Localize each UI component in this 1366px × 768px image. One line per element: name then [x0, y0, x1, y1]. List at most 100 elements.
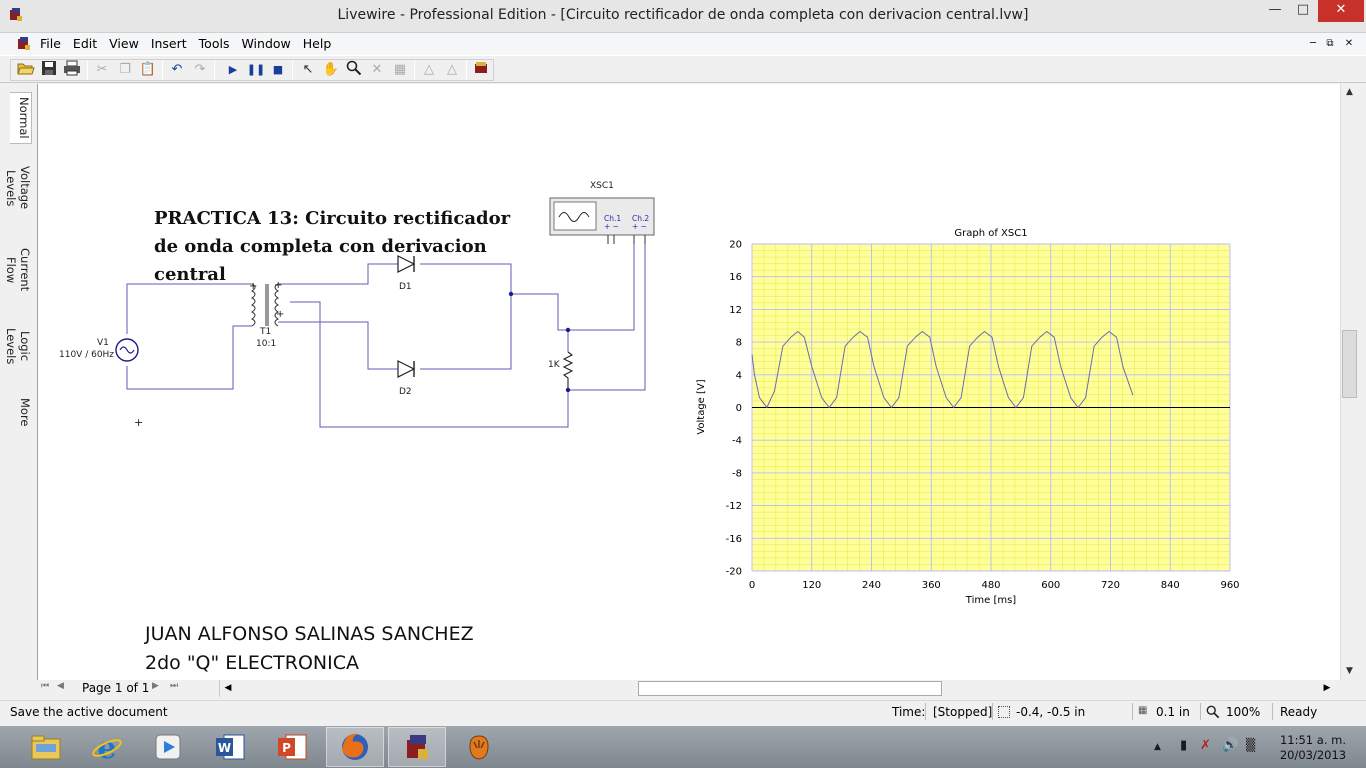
close-button[interactable]: ✕ — [1318, 0, 1364, 22]
minimize-button[interactable]: — — [1262, 0, 1288, 22]
wire — [126, 325, 252, 390]
tab-normal[interactable]: Normal — [10, 92, 32, 144]
menu-bar: File Edit View Insert Tools Window Help … — [0, 33, 1366, 55]
page-navigator: ⏮ ◀ Page 1 of 1 ▶ ⏭ ◀ ▶ — [37, 680, 1340, 697]
pause-icon[interactable]: ❚❚ — [246, 60, 266, 80]
maximize-button[interactable]: □ — [1290, 0, 1316, 22]
print-icon[interactable] — [62, 60, 82, 80]
save-icon[interactable] — [39, 60, 59, 80]
hand-icon[interactable]: ✋ — [321, 60, 341, 80]
undo-icon[interactable]: ↶ — [167, 60, 187, 80]
secondary-plus-sign-2: + — [276, 309, 285, 320]
author-name: JUAN ALFONSO SALINAS SANCHEZ — [145, 623, 474, 645]
fireworks-icon[interactable] — [450, 727, 508, 767]
resistor-label: 1K — [548, 360, 560, 370]
menu-view[interactable]: View — [103, 36, 145, 51]
tab-current-flow[interactable]: Current Flow — [4, 234, 32, 306]
tab-voltage-levels[interactable]: Voltage Levels — [4, 148, 32, 228]
x-tick-label: 480 — [981, 580, 1000, 591]
pointer-icon[interactable]: ↖ — [298, 60, 318, 80]
vertical-scrollbar[interactable]: ▲ ▼ — [1340, 84, 1357, 680]
source-plus-sign: + — [134, 416, 144, 429]
copy-icon[interactable]: ❐ — [115, 60, 135, 80]
first-page-icon[interactable]: ⏮ — [41, 681, 49, 691]
menu-file[interactable]: File — [34, 36, 67, 51]
paste-icon[interactable]: 📋 — [138, 60, 158, 80]
junction-node — [508, 291, 514, 297]
document-icon[interactable] — [16, 36, 32, 52]
tray-expand-icon[interactable]: ▲ — [1154, 742, 1161, 752]
grid-icon: ▦ — [1138, 705, 1148, 716]
doc-minimize-button[interactable]: ─ — [1305, 37, 1321, 51]
scroll-down-arrow[interactable]: ▼ — [1341, 663, 1358, 680]
next-page-icon[interactable]: ▶ — [152, 681, 159, 691]
gallery-icon[interactable] — [471, 60, 491, 80]
diode-d2[interactable] — [397, 360, 416, 378]
stop-icon[interactable]: ■ — [268, 60, 288, 80]
svg-text:W: W — [218, 741, 231, 755]
doc-close-button[interactable]: ✕ — [1341, 37, 1357, 51]
scroll-left-arrow[interactable]: ◀ — [220, 680, 236, 697]
scope-graph[interactable]: 201612840-4-8-12-16-20 0 120 240 360 480 600 7… — [686, 219, 1246, 639]
redo-icon[interactable]: ↷ — [190, 60, 210, 80]
toolbar-separator — [87, 60, 88, 80]
y-tick-label: -8 — [732, 468, 742, 479]
simulation-state: [Stopped] — [933, 705, 993, 719]
file-explorer-icon[interactable] — [17, 727, 75, 767]
prev-page-icon[interactable]: ◀ — [57, 681, 64, 691]
rotate-left-icon[interactable]: △ — [419, 60, 439, 80]
volume-icon[interactable]: 🔊 — [1222, 738, 1238, 753]
scope-ch2-polarity: + − — [632, 222, 647, 231]
signal-icon[interactable]: ▒ — [1246, 738, 1255, 752]
battery-icon[interactable]: ▮ — [1180, 738, 1187, 753]
tab-more[interactable]: More — [12, 392, 32, 432]
horizontal-scroll-thumb[interactable] — [638, 681, 942, 696]
ac-source-v1[interactable] — [115, 338, 139, 362]
network-error-icon[interactable]: ✗ — [1200, 738, 1211, 753]
scroll-up-arrow[interactable]: ▲ — [1341, 84, 1358, 101]
taskbar-clock[interactable]: 11:51 a. m. 20/03/2013 — [1278, 733, 1348, 763]
media-player-icon[interactable] — [139, 727, 197, 767]
word-icon[interactable]: W — [201, 727, 259, 767]
menu-tools[interactable]: Tools — [193, 36, 236, 51]
resistor-1k[interactable] — [562, 351, 574, 390]
document-canvas[interactable]: PRACTICA 13: Circuito rectificador de on… — [37, 84, 1340, 680]
vertical-scroll-thumb[interactable] — [1342, 330, 1357, 398]
scroll-right-arrow[interactable]: ▶ — [1319, 680, 1335, 697]
transformer-name-label: T1 — [260, 327, 272, 337]
menu-edit[interactable]: Edit — [67, 36, 103, 51]
menu-window[interactable]: Window — [235, 36, 296, 51]
menu-insert[interactable]: Insert — [145, 36, 193, 51]
status-message: Save the active document — [10, 705, 168, 719]
powerpoint-icon[interactable]: P — [263, 727, 321, 767]
tab-logic-levels[interactable]: Logic Levels — [4, 312, 32, 380]
zoom-icon[interactable] — [344, 60, 364, 80]
menu-help[interactable]: Help — [297, 36, 338, 51]
doc-restore-button[interactable]: ⧉ — [1322, 37, 1338, 51]
component-icon[interactable]: ▦ — [390, 60, 410, 80]
y-tick-label: -12 — [726, 501, 742, 512]
y-tick-label: 4 — [736, 370, 742, 381]
internet-explorer-icon[interactable]: e — [78, 727, 136, 767]
last-page-icon[interactable]: ⏭ — [170, 681, 178, 691]
open-icon[interactable] — [16, 60, 36, 80]
livewire-icon[interactable] — [388, 727, 446, 767]
status-bar: Save the active document Time: [Stopped]… — [0, 700, 1366, 722]
source-value-label: 110V / 60Hz — [59, 350, 115, 360]
rotate-right-icon[interactable]: △ — [442, 60, 462, 80]
diode1-label: D1 — [399, 282, 412, 292]
scope-ch1-polarity: + − — [604, 222, 619, 231]
toolbar-separator — [214, 60, 215, 80]
clock-time: 11:51 a. m. — [1279, 733, 1346, 747]
cut-icon[interactable]: ✂ — [92, 60, 112, 80]
play-icon[interactable]: ▶ — [223, 60, 243, 80]
firefox-icon[interactable] — [326, 727, 384, 767]
circuit-schematic[interactable] — [38, 84, 698, 464]
graph-y-axis-label: Voltage [V] — [696, 379, 707, 434]
wire-cut-icon[interactable]: ✕ — [367, 60, 387, 80]
zoom-status-icon — [1206, 705, 1220, 722]
y-tick-label: -4 — [732, 436, 742, 447]
horizontal-scrollbar[interactable]: ◀ ▶ — [219, 680, 1335, 697]
y-tick-label: -16 — [726, 534, 742, 545]
diode-d1[interactable] — [397, 255, 416, 273]
